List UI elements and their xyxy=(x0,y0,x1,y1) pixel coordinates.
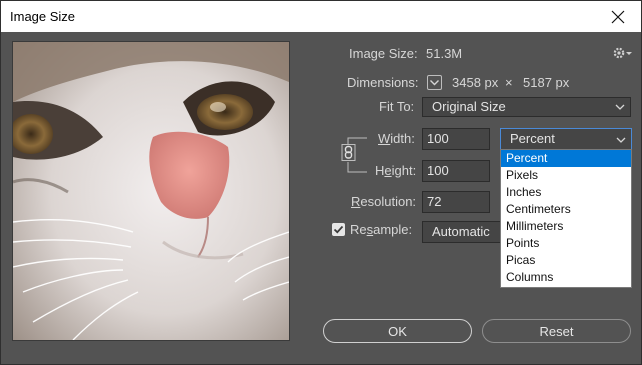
dimension-height: 5187 px xyxy=(523,75,570,90)
link-icon xyxy=(341,144,356,161)
dimension-times: × xyxy=(505,75,513,90)
chevron-down-icon xyxy=(615,104,625,110)
height-value: 100 xyxy=(427,163,449,178)
unit-option-centimeters[interactable]: Centimeters xyxy=(501,201,631,218)
resample-method-value: Automatic xyxy=(432,224,490,239)
resolution-input[interactable]: 72 xyxy=(422,191,490,213)
image-size-dialog: Image Size Image Size: 51.3M Dimensions:… xyxy=(0,0,642,365)
checkmark-icon xyxy=(333,225,344,234)
close-button[interactable] xyxy=(595,1,641,32)
unit-option-columns[interactable]: Columns xyxy=(501,269,631,286)
unit-option-points[interactable]: Points xyxy=(501,235,631,252)
image-size-label: Image Size: xyxy=(349,46,418,61)
fit-to-label: Fit To: xyxy=(379,99,415,114)
image-preview[interactable] xyxy=(12,41,290,341)
chevron-down-icon xyxy=(430,80,439,86)
ok-button[interactable]: OK xyxy=(323,319,472,343)
unit-option-inches[interactable]: Inches xyxy=(501,184,631,201)
resample-checkbox[interactable] xyxy=(332,223,345,236)
dimension-width: 3458 px xyxy=(452,75,499,90)
width-value: 100 xyxy=(427,131,449,146)
width-input[interactable]: 100 xyxy=(422,128,490,150)
title-bar: Image Size xyxy=(1,1,641,32)
resolution-label: Resolution: xyxy=(351,194,417,209)
chevron-down-icon xyxy=(616,137,626,143)
dialog-title: Image Size xyxy=(10,9,76,24)
unit-option-percent[interactable]: Percent xyxy=(501,150,631,167)
width-unit-value: Percent xyxy=(510,131,555,146)
reset-button[interactable]: Reset xyxy=(482,319,631,343)
width-label: Width: xyxy=(378,131,415,146)
resolution-value: 72 xyxy=(427,194,442,209)
unit-option-picas[interactable]: Picas xyxy=(501,252,631,269)
constrain-proportions-button[interactable] xyxy=(341,144,356,161)
close-icon xyxy=(611,10,625,23)
unit-option-pixels[interactable]: Pixels xyxy=(501,167,631,184)
fit-to-value: Original Size xyxy=(432,99,506,114)
resample-method-select[interactable]: Automatic xyxy=(422,221,502,243)
height-input[interactable]: 100 xyxy=(422,160,490,182)
image-size-value: 51.3M xyxy=(426,46,463,61)
unit-dropdown-list: Percent Pixels Inches Centimeters Millim… xyxy=(500,149,632,288)
dimensions-toggle[interactable] xyxy=(427,75,442,90)
dimensions-label: Dimensions: xyxy=(347,75,419,90)
gear-icon xyxy=(613,47,632,59)
reset-button-label: Reset xyxy=(539,323,574,339)
cat-photo xyxy=(13,42,289,340)
settings-button[interactable] xyxy=(612,45,634,61)
unit-option-millimeters[interactable]: Millimeters xyxy=(501,218,631,235)
height-label: Height: xyxy=(375,163,417,178)
resample-label: Resample: xyxy=(350,222,413,237)
fit-to-select[interactable]: Original Size xyxy=(422,97,631,117)
ok-button-label: OK xyxy=(388,323,407,339)
width-unit-select[interactable]: Percent xyxy=(500,128,632,150)
